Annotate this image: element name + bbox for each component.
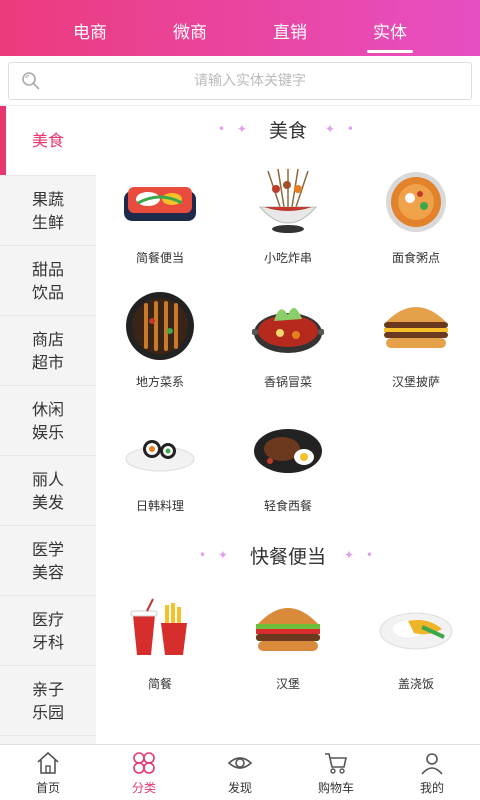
grid-item-label: 香锅冒菜 bbox=[263, 375, 312, 389]
bbq-skewers-plate-icon bbox=[118, 291, 202, 361]
grid-item-label: 轻食西餐 bbox=[263, 499, 312, 513]
grid-item-label: 汉堡披萨 bbox=[391, 375, 440, 389]
nav-home[interactable]: 首页 bbox=[0, 745, 96, 800]
nav-mine[interactable]: 我的 bbox=[384, 745, 480, 800]
nav-discover[interactable]: 发现 bbox=[192, 745, 288, 800]
rice-plate-icon bbox=[374, 593, 458, 663]
grid-item-hanbao2[interactable]: 汉堡 bbox=[224, 578, 352, 702]
sidebar-item-yixue[interactable]: 医学美容 bbox=[0, 526, 96, 596]
section-title-text: 美食 bbox=[268, 119, 307, 142]
search-icon bbox=[22, 72, 40, 90]
sidebar-item-xiuxian[interactable]: 休闲娱乐 bbox=[0, 386, 96, 456]
tab-zhixiao[interactable]: 直销 bbox=[267, 12, 313, 53]
confetti-decoration: ✦ • bbox=[344, 548, 377, 562]
home-icon bbox=[37, 751, 59, 774]
bento-box-icon bbox=[118, 167, 202, 237]
confetti-decoration: ✦ • bbox=[325, 122, 358, 136]
eye-icon bbox=[227, 756, 253, 769]
grid-item-label: 汉堡 bbox=[275, 677, 300, 691]
sidebar-item-label: 丽人美发 bbox=[31, 469, 64, 512]
sidebar-item-tianpin[interactable]: 甜品饮品 bbox=[0, 246, 96, 316]
nav-label: 发现 bbox=[227, 780, 252, 795]
fries-cola-icon bbox=[118, 593, 202, 663]
grid-item-label: 小吃炸串 bbox=[263, 251, 312, 265]
sidebar-item-label: 美食 bbox=[31, 131, 64, 150]
category-content: • ✦ 美食 ✦ • 简餐便当 小吃炸串 面食粥点 地方菜系 香锅冒菜 汉堡披萨… bbox=[96, 106, 480, 744]
section-title-text: 快餐便当 bbox=[249, 545, 326, 568]
sidebar-item-label: 果蔬生鲜 bbox=[31, 189, 64, 232]
grid-item-rihan[interactable]: 日韩料理 bbox=[96, 400, 224, 524]
sidebar-item-qinzi[interactable]: 亲子乐园 bbox=[0, 666, 96, 736]
nav-category[interactable]: 分类 bbox=[96, 745, 192, 800]
grid-item-label: 地方菜系 bbox=[135, 375, 184, 389]
search-input[interactable] bbox=[41, 73, 459, 89]
noodle-soup-icon bbox=[374, 167, 458, 237]
sidebar-item-label: 商店超市 bbox=[31, 329, 64, 372]
nav-label: 分类 bbox=[131, 780, 156, 795]
grid-item-jiancan2[interactable]: 简餐 bbox=[96, 578, 224, 702]
sidebar-item-yiliao[interactable]: 医疗牙科 bbox=[0, 596, 96, 666]
category-grid: 简餐 汉堡 盖浇饭 bbox=[96, 578, 480, 702]
nav-label: 我的 bbox=[419, 780, 444, 795]
bottom-nav: 首页 分类 发现 购物车 我的 bbox=[0, 744, 480, 800]
sidebar-item-label: 亲子乐园 bbox=[31, 679, 64, 722]
sidebar-item-shangdian[interactable]: 商店超市 bbox=[0, 316, 96, 386]
main-body: 美食 果蔬生鲜 甜品饮品 商店超市 休闲娱乐 丽人美发 医学美容 医疗牙科 亲子… bbox=[0, 106, 480, 744]
user-icon bbox=[421, 752, 443, 775]
tab-weishang[interactable]: 微商 bbox=[167, 12, 213, 53]
sidebar-item-label: 休闲娱乐 bbox=[31, 399, 64, 442]
nav-cart[interactable]: 购物车 bbox=[288, 745, 384, 800]
confetti-decoration: • ✦ bbox=[199, 548, 232, 562]
steak-egg-plate-icon bbox=[246, 415, 330, 485]
sidebar-item-label: 医学美容 bbox=[31, 539, 64, 582]
burger-icon bbox=[374, 291, 458, 361]
burger-icon bbox=[246, 593, 330, 663]
sidebar-item-label: 医疗牙科 bbox=[31, 609, 64, 652]
sidebar-item-label: 甜品饮品 bbox=[31, 259, 64, 302]
confetti-decoration: • ✦ bbox=[218, 122, 251, 136]
grid-item-label: 日韩料理 bbox=[135, 499, 184, 513]
grid-item-hanbao[interactable]: 汉堡披萨 bbox=[352, 276, 480, 400]
cart-icon bbox=[325, 752, 347, 774]
grid-item-label: 盖浇饭 bbox=[397, 677, 434, 691]
search-bar bbox=[0, 56, 480, 106]
sidebar-item-guoshu[interactable]: 果蔬生鲜 bbox=[0, 176, 96, 246]
sushi-plate-icon bbox=[118, 415, 202, 485]
status-bar bbox=[0, 0, 480, 8]
grid-item-jiancan[interactable]: 简餐便当 bbox=[96, 152, 224, 276]
section-title: • ✦ 快餐便当 ✦ • bbox=[96, 532, 480, 578]
sidebar-item-meishi[interactable]: 美食 bbox=[0, 106, 96, 176]
sidebar-item-liren[interactable]: 丽人美发 bbox=[0, 456, 96, 526]
grid-item-qingshi[interactable]: 轻食西餐 bbox=[224, 400, 352, 524]
grid-item-label: 面食粥点 bbox=[391, 251, 440, 265]
hot-pot-icon bbox=[246, 291, 330, 361]
tab-shiti[interactable]: 实体 bbox=[367, 12, 413, 53]
grid-item-xiaochi[interactable]: 小吃炸串 bbox=[224, 152, 352, 276]
category-icon bbox=[133, 751, 155, 774]
top-tab-bar: 电商 微商 直销 实体 bbox=[0, 8, 480, 56]
grid-item-xiangguo[interactable]: 香锅冒菜 bbox=[224, 276, 352, 400]
grid-item-gaijiao[interactable]: 盖浇饭 bbox=[352, 578, 480, 702]
nav-label: 首页 bbox=[35, 780, 60, 795]
category-grid: 简餐便当 小吃炸串 面食粥点 地方菜系 香锅冒菜 汉堡披萨 日韩料理 轻食西餐 bbox=[96, 152, 480, 524]
skewers-bowl-icon bbox=[246, 167, 330, 237]
category-sidebar: 美食 果蔬生鲜 甜品饮品 商店超市 休闲娱乐 丽人美发 医学美容 医疗牙科 亲子… bbox=[0, 106, 96, 744]
grid-item-mianshi[interactable]: 面食粥点 bbox=[352, 152, 480, 276]
nav-label: 购物车 bbox=[317, 780, 354, 795]
grid-item-label: 简餐 bbox=[147, 677, 172, 691]
tab-dianshang[interactable]: 电商 bbox=[67, 12, 113, 53]
grid-item-difang[interactable]: 地方菜系 bbox=[96, 276, 224, 400]
grid-item-label: 简餐便当 bbox=[135, 251, 184, 265]
search-box bbox=[8, 62, 472, 100]
section-title: • ✦ 美食 ✦ • bbox=[96, 106, 480, 152]
